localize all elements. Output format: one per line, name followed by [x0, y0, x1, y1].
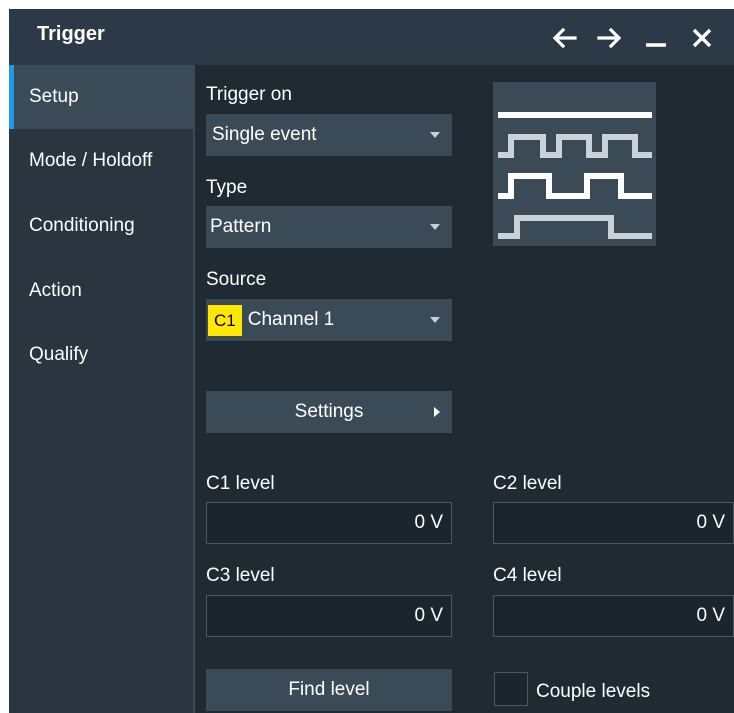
sidebar-item-label: Qualify — [29, 344, 89, 365]
sidebar-item-conditioning[interactable]: Conditioning — [9, 194, 193, 258]
trigger-on-label: Trigger on — [206, 84, 292, 105]
sidebar-item-label: Mode / Holdoff — [29, 150, 153, 171]
pattern-waveform-icon — [493, 82, 656, 246]
trigger-dialog: Trigger Setup Mode / Holdoff Conditionin… — [9, 9, 734, 713]
c1-level-field[interactable]: 0 V — [206, 502, 452, 544]
title-bar: Trigger — [9, 9, 734, 65]
dialog-title: Trigger — [37, 23, 105, 45]
c4-level-label: C4 level — [493, 565, 562, 586]
source-dropdown[interactable]: C1 Channel 1 — [206, 299, 452, 341]
chevron-right-icon — [434, 407, 440, 417]
source-value: Channel 1 — [247, 309, 335, 330]
chevron-down-icon — [430, 224, 440, 230]
find-level-button-label: Find level — [288, 679, 370, 700]
type-label: Type — [206, 177, 248, 198]
settings-button[interactable]: Settings — [206, 391, 452, 433]
channel-badge: C1 — [208, 304, 242, 336]
c2-level-value: 0 V — [696, 512, 725, 533]
c3-level-value: 0 V — [414, 605, 443, 626]
sidebar-item-label: Action — [29, 280, 82, 301]
c3-level-label: C3 level — [206, 565, 275, 586]
c4-level-field[interactable]: 0 V — [493, 595, 734, 637]
sidebar: Setup Mode / Holdoff Conditioning Action… — [9, 65, 193, 713]
chevron-down-icon — [430, 317, 440, 323]
source-label: Source — [206, 269, 267, 290]
chevron-down-icon — [430, 132, 440, 138]
c1-level-value: 0 V — [414, 512, 443, 533]
sidebar-item-mode-holdoff[interactable]: Mode / Holdoff — [9, 129, 193, 193]
sidebar-item-action[interactable]: Action — [9, 259, 193, 323]
arrow-left-icon[interactable] — [547, 21, 581, 55]
c4-level-value: 0 V — [696, 605, 725, 626]
c1-level-label: C1 level — [206, 473, 275, 494]
c2-level-label: C2 level — [493, 473, 562, 494]
couple-levels-checkbox[interactable] — [494, 672, 528, 706]
type-value: Pattern — [210, 216, 272, 237]
settings-button-label: Settings — [294, 401, 364, 422]
sidebar-item-setup[interactable]: Setup — [9, 65, 193, 129]
sidebar-divider — [193, 65, 195, 713]
sidebar-item-qualify[interactable]: Qualify — [9, 323, 193, 387]
sidebar-item-label: Setup — [29, 86, 79, 107]
close-icon[interactable] — [685, 21, 719, 55]
couple-levels-label: Couple levels — [536, 681, 651, 702]
minimize-icon[interactable] — [639, 21, 673, 55]
trigger-on-dropdown[interactable]: Single event — [206, 114, 452, 156]
find-level-button[interactable]: Find level — [206, 669, 452, 711]
trigger-on-value: Single event — [212, 124, 317, 145]
sidebar-item-label: Conditioning — [29, 215, 135, 236]
c3-level-field[interactable]: 0 V — [206, 595, 452, 637]
c2-level-field[interactable]: 0 V — [493, 502, 734, 544]
arrow-right-icon[interactable] — [593, 21, 627, 55]
type-dropdown[interactable]: Pattern — [206, 206, 452, 248]
